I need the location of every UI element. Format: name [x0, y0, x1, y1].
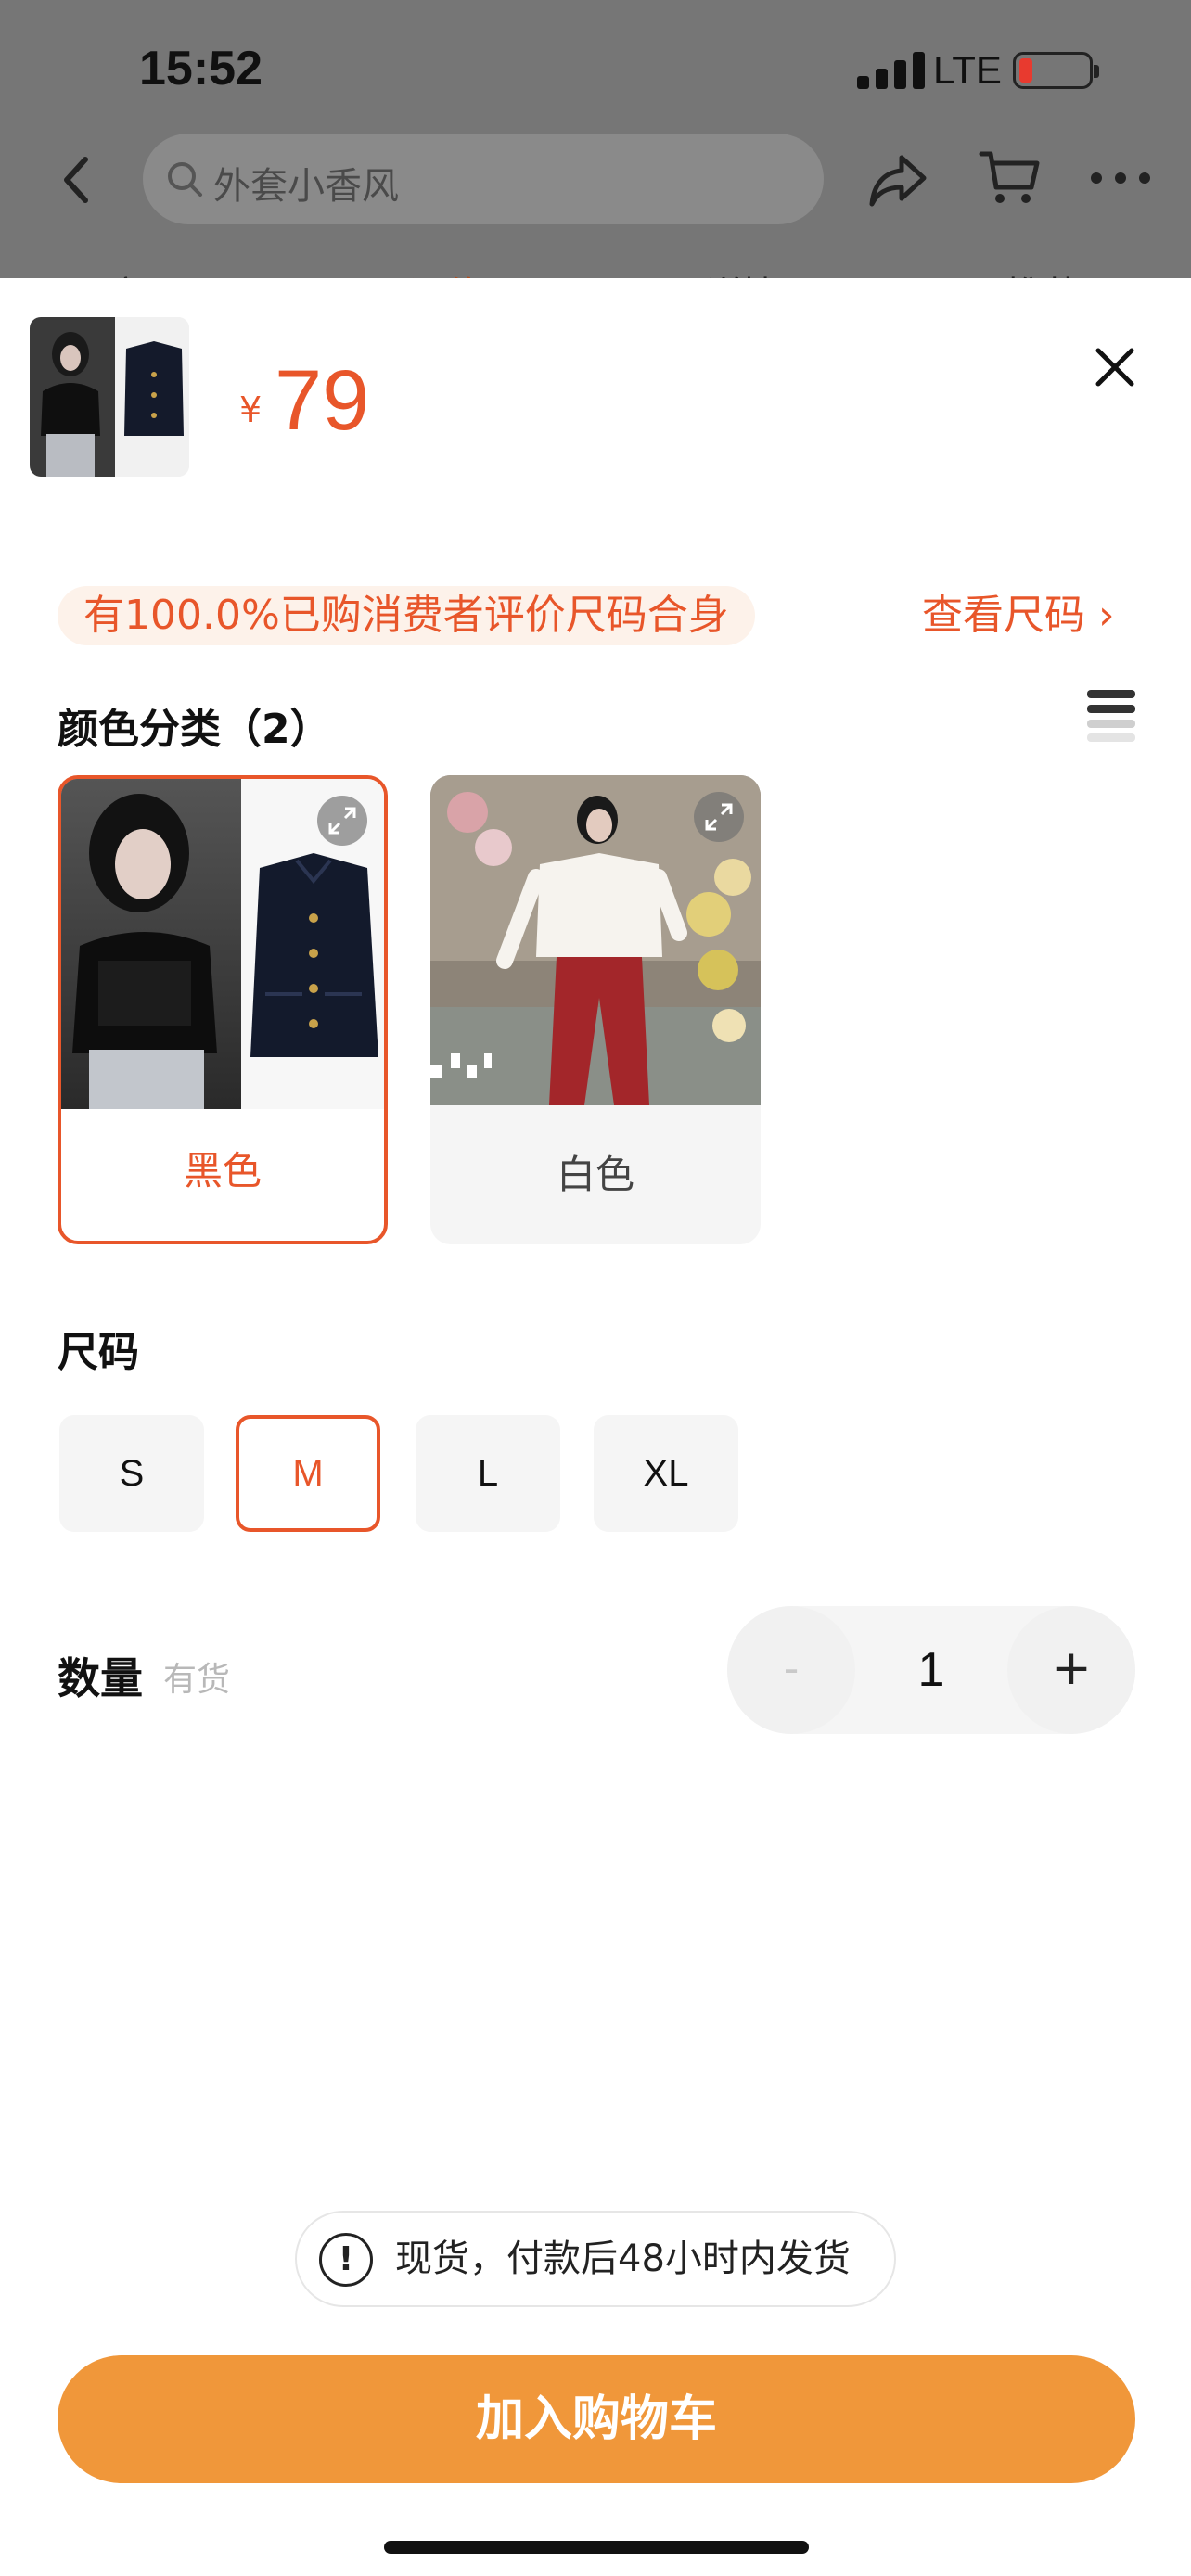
size-option-xl[interactable]: XL [594, 1415, 738, 1532]
size-fit-badge: 有100.0%已购消费者评价尺码合身 [58, 586, 755, 645]
more-icon[interactable] [1091, 171, 1150, 187]
search-input[interactable]: 外套小香风 [143, 134, 824, 224]
battery-icon [1013, 52, 1099, 89]
add-to-cart-button[interactable]: 加入购物车 [58, 2355, 1135, 2483]
shipping-notice: ! 现货，付款后48小时内发货 [295, 2211, 896, 2307]
expand-icon[interactable] [694, 792, 744, 842]
color-label-black: 黑色 [183, 1148, 262, 1193]
quantity-label: 数量 [58, 1653, 143, 1703]
signal-icon [857, 52, 926, 89]
share-icon[interactable] [866, 150, 929, 210]
status-bar: 15:52 LTE [0, 0, 1191, 130]
size-option-m[interactable]: M [236, 1415, 380, 1532]
search-icon [168, 162, 202, 197]
quantity-stepper: - 1 + [727, 1606, 1135, 1734]
status-time: 15:52 [139, 42, 263, 96]
info-icon: ! [319, 2233, 373, 2287]
size-option-s[interactable]: S [59, 1415, 204, 1532]
home-indicator [384, 2541, 809, 2554]
color-section-title: 颜色分类（2） [58, 706, 331, 753]
price-currency: ¥ [239, 389, 263, 430]
decrement-button[interactable]: - [727, 1606, 855, 1734]
list-view-icon[interactable] [1087, 690, 1135, 742]
color-option-black[interactable]: 黑色 [58, 775, 388, 1244]
color-option-white[interactable]: 白色 [430, 775, 761, 1244]
back-icon[interactable] [54, 152, 100, 208]
increment-button[interactable]: + [1007, 1606, 1135, 1734]
shipping-notice-text: 现货，付款后48小时内发货 [395, 2238, 851, 2280]
size-option-l[interactable]: L [416, 1415, 560, 1532]
background-page: 15:52 LTE 外套小香风 [0, 0, 1191, 297]
cart-icon[interactable] [978, 148, 1041, 208]
sku-selector-sheet: ¥ 79 有100.0%已购消费者评价尺码合身 查看尺码 › 颜色分类（2） 黑… [0, 278, 1191, 2576]
search-placeholder: 外套小香风 [213, 165, 399, 208]
close-icon[interactable] [1093, 345, 1137, 389]
size-section-title: 尺码 [58, 1329, 139, 1376]
stock-status: 有货 [163, 1661, 231, 1699]
network-label: LTE [933, 48, 1002, 92]
expand-icon[interactable] [317, 796, 367, 846]
quantity-value[interactable]: 1 [855, 1606, 1007, 1734]
color-label-white: 白色 [556, 1152, 634, 1197]
price-value: 79 [275, 353, 370, 448]
size-guide-link[interactable]: 查看尺码 › [922, 586, 1115, 645]
product-thumbnail[interactable] [30, 317, 189, 477]
nav-bar: 外套小香风 [0, 130, 1191, 232]
